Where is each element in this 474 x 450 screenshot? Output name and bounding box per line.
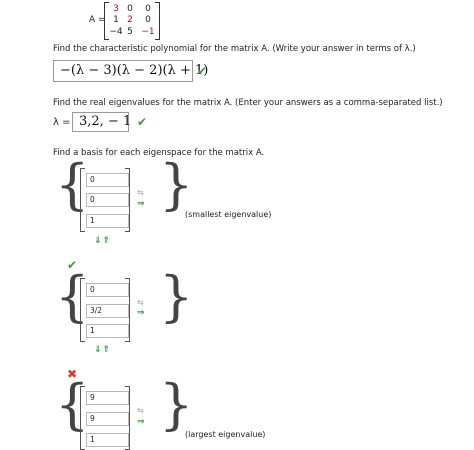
- smallest-eigenvalue-label: (smallest eigenvalue): [185, 210, 272, 219]
- vector-entry-input[interactable]: 9: [86, 391, 129, 405]
- matrix-cell: 2: [127, 15, 133, 25]
- polynomial-answer-field[interactable]: −(λ − 3)(λ − 2)(λ + 1): [53, 60, 208, 82]
- vector-left-bracket: [80, 168, 85, 232]
- vector-entry-input[interactable]: 9: [86, 412, 129, 426]
- vector-entry-input[interactable]: 0: [86, 193, 129, 207]
- q2-prompt: Find the real eigenvalues for the matrix…: [53, 98, 443, 108]
- swap-icon[interactable]: ⇆: [137, 298, 144, 307]
- arrow-right-icon[interactable]: ⇒: [137, 308, 145, 318]
- lambda-label: λ =: [53, 117, 71, 128]
- arrow-right-icon[interactable]: ⇒: [137, 199, 145, 209]
- vector-entry-input[interactable]: 0: [86, 283, 129, 297]
- swap-icon[interactable]: ⇆: [137, 188, 144, 197]
- matrix-cell: 0: [145, 4, 151, 14]
- matrix-cell: 1: [113, 15, 119, 25]
- up-down-arrows-icon[interactable]: ⇓⇑: [94, 345, 111, 355]
- matrix-cell: 0: [127, 4, 133, 14]
- vector-left-bracket: [80, 278, 85, 342]
- matrix-cell: −4: [109, 27, 123, 37]
- set-right-brace: }: [159, 265, 194, 328]
- vector-entry-input[interactable]: 0: [86, 173, 129, 187]
- vector-entry-input[interactable]: 1: [86, 433, 129, 447]
- check-icon: ✔: [137, 115, 148, 129]
- check-icon: ✔: [197, 64, 208, 78]
- largest-eigenvalue-label: (largest eigenvalue): [185, 430, 266, 439]
- matrix-cell: 5: [127, 27, 133, 37]
- matrix-cell: −1: [141, 27, 155, 37]
- swap-icon[interactable]: ⇆: [137, 406, 144, 415]
- arrow-right-icon[interactable]: ⇒: [137, 417, 145, 427]
- vector-left-bracket: [80, 386, 85, 450]
- set-right-brace: }: [159, 373, 194, 436]
- set-right-brace: }: [159, 153, 194, 216]
- vector-entry-input[interactable]: 1: [86, 214, 129, 228]
- vector-entry-input[interactable]: 3/2: [86, 304, 129, 318]
- matrix-right-bracket: [155, 2, 160, 40]
- up-down-arrows-icon[interactable]: ⇓⇑: [94, 236, 111, 246]
- matrix-cell: 0: [145, 15, 151, 25]
- matrix-cell: 3: [113, 4, 119, 14]
- vector-entry-input[interactable]: 1: [86, 324, 129, 338]
- eigenvalues-answer-field[interactable]: 3,2, − 1: [72, 112, 131, 132]
- q1-prompt: Find the characteristic polynomial for t…: [53, 44, 416, 54]
